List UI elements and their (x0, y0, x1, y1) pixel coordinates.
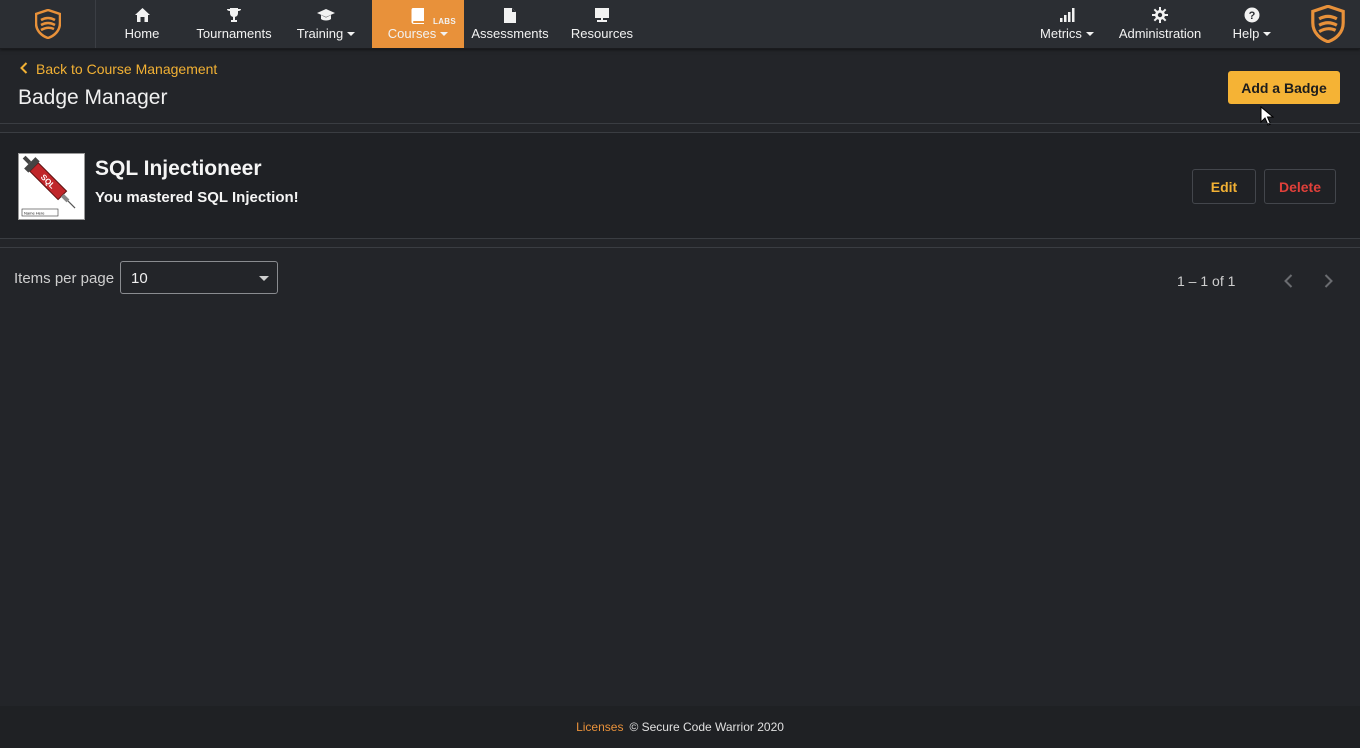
page-title: Badge Manager (18, 86, 168, 109)
book-icon (410, 6, 426, 24)
help-circle-icon: ? (1244, 6, 1260, 24)
items-per-page-label: Items per page (14, 270, 115, 287)
edit-badge-button[interactable]: Edit (1192, 169, 1256, 204)
chevron-down-icon (347, 32, 356, 36)
chevron-down-icon (259, 276, 269, 281)
nav-administration[interactable]: Administration (1114, 0, 1206, 48)
add-badge-button[interactable]: Add a Badge (1228, 71, 1340, 104)
next-page-button[interactable] (1317, 270, 1339, 292)
nav-metrics-label: Metrics (1040, 26, 1082, 41)
chevron-left-icon (1283, 274, 1292, 288)
presentation-icon (594, 6, 610, 24)
items-per-page-select[interactable]: 10 (120, 261, 278, 294)
copyright-text: © Secure Code Warrior 2020 (629, 720, 784, 734)
gear-icon (1152, 6, 1168, 24)
svg-text:Name Here: Name Here (24, 211, 45, 216)
home-icon (134, 6, 151, 24)
nav-resources[interactable]: Resources (568, 0, 636, 48)
licenses-link[interactable]: Licenses (576, 720, 623, 734)
divider (0, 247, 1360, 248)
nav-metrics[interactable]: Metrics (1036, 0, 1098, 48)
previous-page-button[interactable] (1277, 270, 1299, 292)
nav-home[interactable]: Home (118, 0, 166, 48)
nav-training[interactable]: Training (294, 0, 358, 48)
nav-tournaments-label: Tournaments (196, 26, 272, 41)
items-per-page-value: 10 (131, 270, 148, 287)
chevron-down-icon (1263, 32, 1272, 36)
shield-logo-icon (1311, 5, 1345, 43)
brand-logo[interactable] (1306, 2, 1350, 46)
graduation-cap-icon (316, 6, 336, 24)
bar-chart-icon (1059, 6, 1075, 24)
nav-courses-label: Courses (387, 26, 437, 41)
badge-image: SQL Name Here (18, 153, 85, 220)
nav-home-label: Home (124, 26, 160, 41)
nav-resources-label: Resources (570, 26, 634, 41)
badge-description: You mastered SQL Injection! (95, 189, 299, 206)
chevron-down-icon (440, 32, 449, 36)
nav-assessments-label: Assessments (471, 26, 549, 41)
nav-training-label: Training (296, 26, 344, 41)
back-link-label: Back to Course Management (36, 61, 218, 77)
divider (0, 238, 1360, 239)
badge-name: SQL Injectioneer (95, 157, 262, 180)
page-footer: Licenses © Secure Code Warrior 2020 (0, 706, 1360, 748)
svg-text:?: ? (1249, 10, 1256, 22)
divider (0, 123, 1360, 124)
delete-badge-button[interactable]: Delete (1264, 169, 1336, 204)
nav-help[interactable]: ? Help (1228, 0, 1276, 48)
syringe-icon: SQL Name Here (19, 154, 84, 219)
app-logo[interactable] (0, 0, 96, 48)
chevron-down-icon (1085, 32, 1094, 36)
nav-courses[interactable]: LABS Courses (372, 0, 464, 48)
back-to-course-management-link[interactable]: Back to Course Management (20, 61, 217, 77)
trophy-icon (226, 6, 242, 24)
nav-administration-label: Administration (1118, 26, 1202, 41)
top-navigation-bar: Home Tournaments Training LABS Courses A… (0, 0, 1360, 49)
nav-help-label: Help (1232, 26, 1260, 41)
nav-tournaments[interactable]: Tournaments (190, 0, 278, 48)
chevron-right-icon (1324, 274, 1333, 288)
badge-list-item: SQL Name Here SQL Injectioneer You maste… (0, 133, 1360, 238)
labs-tag: LABS (433, 17, 456, 26)
pagination-range: 1 – 1 of 1 (1177, 273, 1236, 289)
nav-assessments[interactable]: Assessments (470, 0, 550, 48)
shield-logo-icon (34, 9, 61, 39)
document-icon (503, 6, 517, 24)
chevron-left-icon (20, 61, 28, 77)
